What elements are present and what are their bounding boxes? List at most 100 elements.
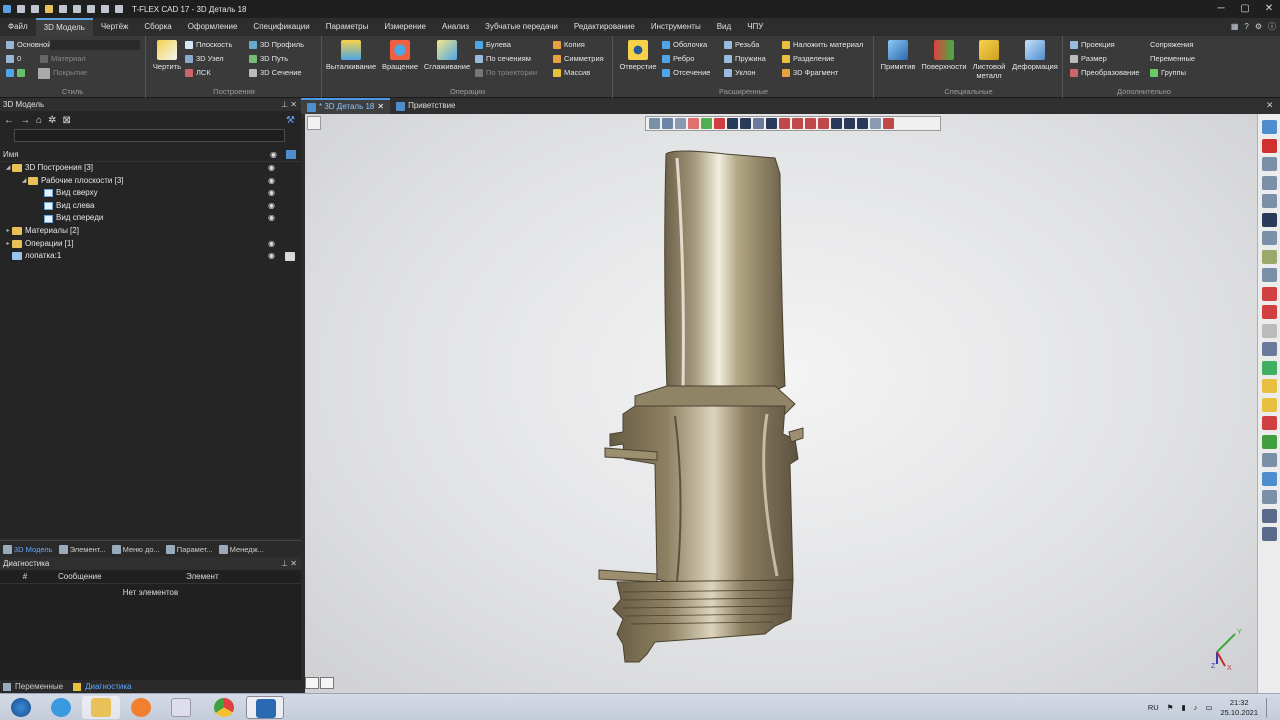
app-icon[interactable] [3,5,11,13]
tray-network-icon[interactable]: ▮ [1181,703,1185,712]
snap-icon-3[interactable] [805,118,816,129]
clock[interactable]: 21:32 25.10.2021 [1220,698,1258,718]
model-filter-combo[interactable] [14,129,285,142]
smooth-button[interactable]: Сглаживание [421,40,473,71]
panel-tab-3[interactable]: Парамет... [163,541,216,558]
right-tool-icon-17[interactable] [1262,434,1277,449]
maximize-button[interactable]: ▢ [1234,0,1256,18]
menu-item-2[interactable]: Чертёж [93,18,137,36]
visibility-eye-icon[interactable]: ◉ [268,250,275,263]
size-button[interactable]: Размер [1070,53,1107,65]
grid-view-icon[interactable] [740,118,751,129]
right-tool-icon-2[interactable] [1262,157,1277,171]
menu-item-13[interactable]: ЧПУ [739,18,771,36]
back-icon[interactable]: ← [4,115,14,126]
info-icon[interactable]: ⓘ [1268,18,1276,36]
pointer-icon[interactable] [766,118,777,129]
right-tool-icon-18[interactable] [1262,453,1277,467]
right-tool-icon-12[interactable] [1262,342,1277,356]
tree-expander-icon[interactable]: ◢ [20,175,28,188]
filter-icon[interactable]: ⊠ [62,115,70,126]
folder-icon[interactable] [45,5,53,13]
viewport-menu-icon[interactable] [307,116,321,130]
coating-select[interactable]: Покрытие [38,67,87,79]
right-tool-icon-0[interactable] [1262,120,1277,134]
help-icon[interactable]: ? [1244,18,1248,36]
menu-item-0[interactable]: Файл [0,18,36,36]
open-file-icon[interactable] [31,5,39,13]
tree-row[interactable]: Вид сверху ◉ [0,187,301,200]
material-select[interactable]: Материал [40,53,86,65]
3d-viewport[interactable]: Y Z X [305,114,1257,693]
menu-item-3[interactable]: Сборка [136,18,179,36]
projection-button[interactable]: Проекция [1070,39,1115,51]
tree-expander-icon[interactable]: ◢ [4,162,12,175]
snap-icon-7[interactable] [857,118,868,129]
layer-dropdown[interactable] [50,40,140,50]
right-tool-icon-1[interactable] [1262,138,1277,153]
taskbar-explorer[interactable] [82,696,120,719]
turbine-blade-model[interactable]: Y Z X [305,114,1257,693]
confirm-icon[interactable] [701,118,712,129]
tree-row[interactable]: ▸ Материалы [2] [0,225,301,238]
right-tool-icon-8[interactable] [1262,268,1277,282]
language-indicator[interactable]: RU [1148,703,1159,712]
doc-tab-1[interactable]: Приветствие [390,98,461,114]
deformation-button[interactable]: Деформация [1009,40,1061,71]
panel-pin-close-icon[interactable]: ⊥ ✕ [281,98,297,111]
tray-volume-icon[interactable]: ♪ [1194,703,1198,712]
body-props-icon[interactable] [285,251,295,261]
tree-row[interactable]: ◢ 3D Построения [3] ◉ [0,162,301,175]
lcs-button[interactable]: ЛСК [185,67,211,79]
variables-button[interactable]: Переменные [1150,53,1195,65]
settings-icon[interactable]: ✲ [48,115,56,126]
draw-button[interactable]: Чертить [149,40,185,71]
thread-button[interactable]: Резьба [724,39,759,51]
shell-button[interactable]: Оболочка [662,39,707,51]
level-select[interactable]: 0 [6,53,21,65]
visibility-eye-icon[interactable]: ◉ [270,150,277,159]
snap-icon-4[interactable] [818,118,829,129]
tree-row[interactable]: Вид слева ◉ [0,200,301,213]
tree-row[interactable]: ◢ Рабочие плоскости [3] ◉ [0,175,301,188]
right-tool-icon-16[interactable] [1262,416,1277,430]
sheet-metal-button[interactable]: Листовой металл [969,40,1009,80]
snap-icon-2[interactable] [792,118,803,129]
column-options-icon[interactable] [286,150,296,159]
tree-expander-icon[interactable]: ▸ [4,238,12,251]
forward-icon[interactable]: → [20,115,30,126]
panel-tab-1[interactable]: Элемент... [56,541,109,558]
snap-icon-5[interactable] [831,118,842,129]
home-icon[interactable]: ⌂ [36,115,42,126]
by-path-button[interactable]: По траектории [475,67,537,79]
visibility-eye-icon[interactable]: ◉ [268,238,275,251]
cut-button[interactable]: Отсечение [662,67,710,79]
display-icon[interactable] [870,118,881,129]
tray-battery-icon[interactable]: ▭ [1205,703,1212,712]
menu-item-5[interactable]: Спецификации [245,18,317,36]
symmetry-button[interactable]: Симметрия [553,53,604,65]
color-select[interactable] [6,67,28,79]
right-tool-icon-10[interactable] [1262,305,1277,319]
taskbar-app[interactable] [162,696,200,719]
rotate-button[interactable]: Вращение [379,40,421,71]
section3d-button[interactable]: 3D Сечение [249,67,302,79]
right-tool-icon-13[interactable] [1262,360,1277,375]
tree-row[interactable]: ▸ Операции [1] ◉ [0,238,301,251]
slope-button[interactable]: Уклон [724,67,756,79]
grid-icon[interactable]: ▦ [1231,18,1239,36]
primitive-button[interactable]: Примитив [877,40,919,71]
visibility-eye-icon[interactable]: ◉ [268,175,275,188]
fragment3d-button[interactable]: 3D Фрагмент [782,67,838,79]
path3d-button[interactable]: 3D Путь [249,53,288,65]
show-desktop-button[interactable] [1266,697,1274,718]
right-tool-icon-19[interactable] [1262,471,1277,486]
right-tool-icon-5[interactable] [1262,212,1277,227]
right-tool-icon-14[interactable] [1262,379,1277,393]
right-tool-icon-3[interactable] [1262,175,1277,190]
profile3d-button[interactable]: 3D Профиль [249,39,304,51]
spring-button[interactable]: Пружина [724,53,766,65]
disabled-filter-icon[interactable] [688,118,699,129]
right-tool-icon-9[interactable] [1262,286,1277,301]
rib-button[interactable]: Ребро [662,53,694,65]
